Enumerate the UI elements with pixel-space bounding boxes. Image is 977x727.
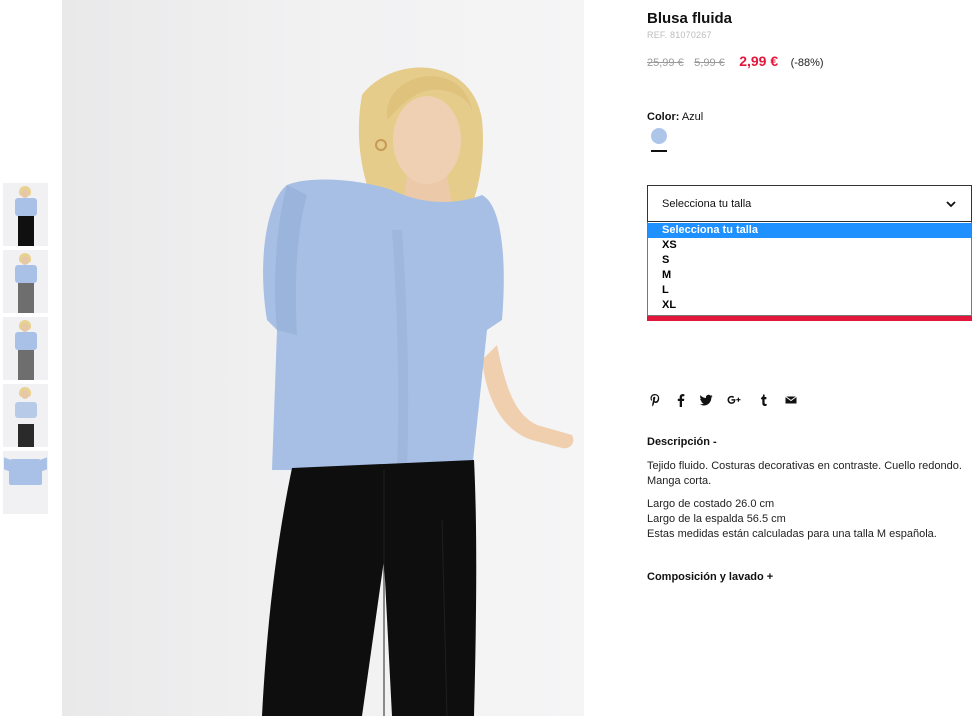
size-select[interactable]: Selecciona tu talla bbox=[647, 185, 972, 222]
thumbnail-2[interactable] bbox=[3, 250, 48, 313]
size-option-m[interactable]: M bbox=[648, 268, 971, 283]
color-value: Azul bbox=[681, 111, 704, 123]
color-swatch-azul[interactable] bbox=[651, 128, 667, 144]
measure-note: Estas medidas están calculadas para una … bbox=[647, 528, 937, 540]
email-icon[interactable] bbox=[783, 392, 799, 408]
original-price-1: 25,99 € bbox=[647, 57, 684, 69]
thumbnail-1[interactable] bbox=[3, 183, 48, 246]
composition-toggle[interactable]: Composición y lavado + bbox=[647, 571, 773, 583]
product-reference: REF. 81070267 bbox=[647, 30, 712, 40]
product-title: Blusa fluida bbox=[647, 10, 733, 27]
description-text: Tejido fluido. Costuras decorativas en c… bbox=[647, 460, 962, 487]
discount-badge: (-88%) bbox=[790, 57, 824, 69]
chevron-down-icon bbox=[946, 201, 956, 208]
thumbnail-4[interactable] bbox=[3, 384, 48, 447]
size-option-xs[interactable]: XS bbox=[648, 238, 971, 253]
twitter-icon[interactable] bbox=[698, 392, 714, 408]
current-price: 2,99 € bbox=[739, 53, 779, 69]
selected-swatch-indicator bbox=[651, 150, 667, 152]
pinterest-icon[interactable] bbox=[647, 392, 663, 408]
size-option-xl[interactable]: XL bbox=[648, 298, 971, 313]
description-toggle[interactable]: Descripción - bbox=[647, 436, 717, 448]
tumblr-icon[interactable] bbox=[756, 392, 772, 408]
size-select-label: Selecciona tu talla bbox=[662, 198, 752, 210]
size-dropdown-list: Selecciona tu talla XS S M L XL bbox=[647, 222, 972, 316]
price-block: 25,99 € 5,99 € 2,99 € (-88%) bbox=[647, 53, 824, 71]
size-option-l[interactable]: L bbox=[648, 283, 971, 298]
size-option-s[interactable]: S bbox=[648, 253, 971, 268]
color-label-key: Color: bbox=[647, 111, 680, 123]
facebook-icon[interactable] bbox=[673, 392, 689, 408]
color-label: Color: Azul bbox=[647, 111, 703, 123]
thumbnail-3[interactable] bbox=[3, 317, 48, 380]
google-plus-icon[interactable] bbox=[726, 392, 742, 408]
thumbnail-5[interactable] bbox=[3, 451, 48, 514]
measure-side-length: Largo de costado 26.0 cm bbox=[647, 498, 775, 510]
product-main-image bbox=[62, 0, 584, 716]
measure-back-length: Largo de la espalda 56.5 cm bbox=[647, 513, 786, 525]
size-option-placeholder[interactable]: Selecciona tu talla bbox=[648, 223, 971, 238]
add-to-bag-bar[interactable] bbox=[647, 316, 972, 321]
original-price-2: 5,99 € bbox=[694, 57, 725, 69]
thumbnail-gallery bbox=[3, 183, 48, 518]
